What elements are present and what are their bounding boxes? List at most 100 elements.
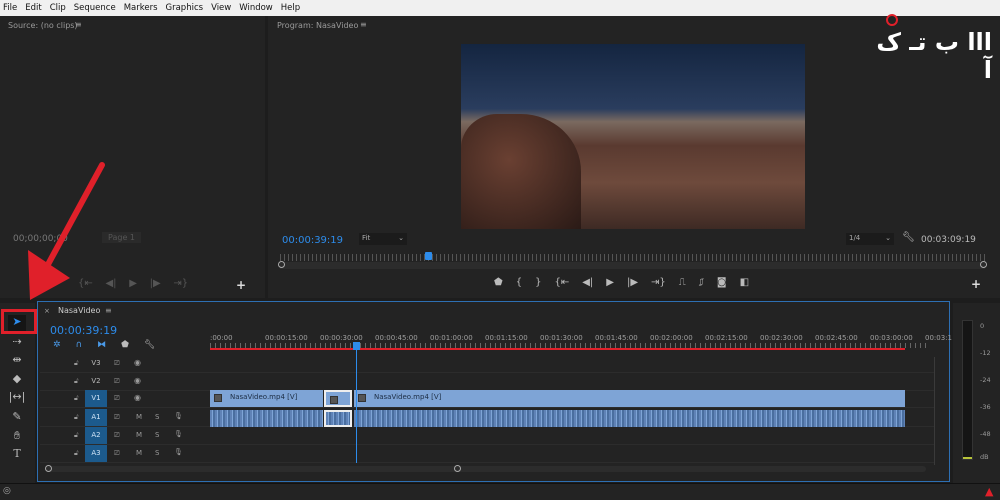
menu-view[interactable]: View — [211, 3, 231, 13]
sequence-tab[interactable]: NasaVideo — [58, 306, 100, 315]
program-zoom-bar[interactable] — [280, 262, 985, 269]
snap-icon[interactable]: ∩ — [76, 340, 83, 350]
lock-icon[interactable]: 🔓︎ — [74, 449, 79, 458]
eye-icon[interactable]: ◉ — [134, 376, 141, 385]
lock-icon[interactable]: 🔓︎ — [74, 413, 79, 422]
menu-file[interactable]: File — [3, 3, 17, 13]
ripple-edit-tool-icon[interactable]: ⇹ — [8, 353, 26, 369]
sync-lock-icon[interactable]: ⎚ — [114, 377, 120, 386]
lock-icon[interactable]: 🔓︎ — [74, 359, 79, 368]
timeline-menu-icon[interactable]: ≡ — [105, 306, 112, 315]
razor-tool-icon[interactable]: ◆ — [8, 372, 26, 388]
sync-lock-icon[interactable]: ⎚ — [114, 431, 120, 440]
track-header-a1: 🔓︎ A1 ⎚ M S 🎙︎ — [40, 409, 210, 426]
hand-tool-icon[interactable]: ✋︎ — [8, 429, 26, 445]
menu-sequence[interactable]: Sequence — [74, 3, 116, 13]
timeline-settings-icon[interactable]: 🔧︎ — [144, 340, 155, 350]
compare-icon[interactable]: ◧ — [740, 277, 749, 288]
wrench-icon[interactable]: 🔧︎ — [902, 232, 915, 243]
camera-icon[interactable]: ◙ — [717, 277, 727, 288]
menu-help[interactable]: Help — [281, 3, 300, 13]
audio-clip[interactable] — [210, 410, 323, 427]
track-target[interactable]: V3 — [85, 355, 107, 372]
video-clip[interactable]: NasaVideo.mp4 [V] — [354, 390, 905, 407]
program-playhead[interactable] — [425, 252, 433, 260]
add-marker-icon[interactable]: ⬟ — [121, 340, 129, 350]
lock-icon[interactable]: 🔓︎ — [74, 394, 79, 403]
marker-icon[interactable]: ⬟ — [494, 277, 503, 288]
eye-icon[interactable]: ◉ — [134, 393, 141, 402]
vertical-scrollbar[interactable] — [934, 357, 940, 465]
logo-magnifier-icon — [886, 14, 898, 26]
zoom-select[interactable]: Fit ⌄ — [359, 233, 407, 245]
nest-icon[interactable]: ✲ — [53, 340, 61, 350]
fx-icon — [358, 394, 366, 402]
sync-lock-icon[interactable]: ⎚ — [114, 394, 120, 403]
source-add-button[interactable]: + — [236, 278, 246, 292]
selection-tool-highlight — [1, 309, 37, 334]
sync-lock-icon[interactable]: ⎚ — [114, 413, 120, 422]
play-icon[interactable]: ▶ — [606, 277, 614, 288]
resolution-select[interactable]: 1/4 ⌄ — [846, 233, 894, 245]
microphone-icon[interactable]: 🎙︎ — [174, 448, 183, 456]
track-header-a3: 🔓︎ A3 ⎚ M S 🎙︎ — [40, 445, 210, 462]
lift-icon[interactable]: ⎍ — [679, 277, 686, 288]
program-add-button[interactable]: + — [971, 277, 981, 291]
mark-in-icon[interactable]: { — [516, 277, 522, 288]
solo-button[interactable]: S — [155, 449, 159, 457]
mark-out-icon[interactable]: } — [535, 277, 541, 288]
warning-icon[interactable]: ▲ — [985, 485, 993, 498]
horizontal-scrollbar[interactable] — [46, 466, 926, 472]
mute-button[interactable]: M — [136, 413, 142, 421]
logo-text: ااا ب تـ ک آ — [876, 28, 992, 84]
selected-clip[interactable] — [324, 390, 352, 407]
sync-lock-icon[interactable]: ⎚ — [114, 359, 120, 368]
mute-button[interactable]: M — [136, 431, 142, 439]
track-target[interactable]: A1 — [85, 409, 107, 426]
menu-markers[interactable]: Markers — [124, 3, 158, 13]
go-to-in-icon[interactable]: {⇤ — [554, 277, 569, 288]
timeline-playhead[interactable] — [353, 342, 360, 350]
close-tab-icon[interactable]: × — [44, 307, 50, 315]
track-target[interactable]: A2 — [85, 427, 107, 444]
audio-clip[interactable] — [354, 410, 905, 427]
track-target[interactable]: V2 — [85, 373, 107, 390]
selected-audio-clip[interactable] — [324, 410, 352, 427]
solo-button[interactable]: S — [155, 431, 159, 439]
mute-button[interactable]: M — [136, 449, 142, 457]
track-select-tool-icon[interactable]: ⇢ — [8, 335, 26, 351]
timeline-timecode[interactable]: 00:00:39:19 — [50, 324, 117, 337]
microphone-icon[interactable]: 🎙︎ — [174, 412, 183, 420]
scroll-handle-right[interactable] — [454, 465, 461, 472]
linked-selection-icon[interactable]: ⧓ — [97, 340, 106, 350]
eye-icon[interactable]: ◉ — [134, 358, 141, 367]
menu-window[interactable]: Window — [239, 3, 273, 13]
source-menu-icon[interactable]: ≡ — [75, 20, 82, 29]
ruler-label: 00:00:15:00 — [265, 334, 308, 342]
scroll-handle-left[interactable] — [45, 465, 52, 472]
menu-edit[interactable]: Edit — [25, 3, 41, 13]
logo: ااا ب تـ ک آ — [872, 14, 992, 84]
sync-lock-icon[interactable]: ⎚ — [114, 449, 120, 458]
fx-icon — [214, 394, 222, 402]
step-forward-icon[interactable]: |▶ — [627, 277, 638, 288]
go-to-out-icon[interactable]: ⇥} — [651, 277, 666, 288]
zoom-handle-right[interactable] — [980, 261, 987, 268]
extract-icon[interactable]: ⎎ — [699, 277, 704, 288]
type-tool-icon[interactable]: T — [8, 447, 26, 463]
slip-tool-icon[interactable]: |↔| — [8, 390, 26, 406]
lock-icon[interactable]: 🔓︎ — [74, 377, 79, 386]
track-target[interactable]: V1 — [85, 390, 107, 407]
zoom-handle-left[interactable] — [278, 261, 285, 268]
video-clip[interactable]: NasaVideo.mp4 [V] — [210, 390, 323, 407]
solo-button[interactable]: S — [155, 413, 159, 421]
lock-icon[interactable]: 🔓︎ — [74, 431, 79, 440]
pen-tool-icon[interactable]: ✎ — [8, 410, 26, 426]
program-menu-icon[interactable]: ≡ — [360, 20, 367, 29]
program-ruler[interactable] — [280, 254, 985, 261]
track-target[interactable]: A3 — [85, 445, 107, 462]
microphone-icon[interactable]: 🎙︎ — [174, 430, 183, 438]
step-back-icon[interactable]: ◀| — [582, 277, 593, 288]
menu-clip[interactable]: Clip — [50, 3, 66, 13]
menu-graphics[interactable]: Graphics — [166, 3, 204, 13]
